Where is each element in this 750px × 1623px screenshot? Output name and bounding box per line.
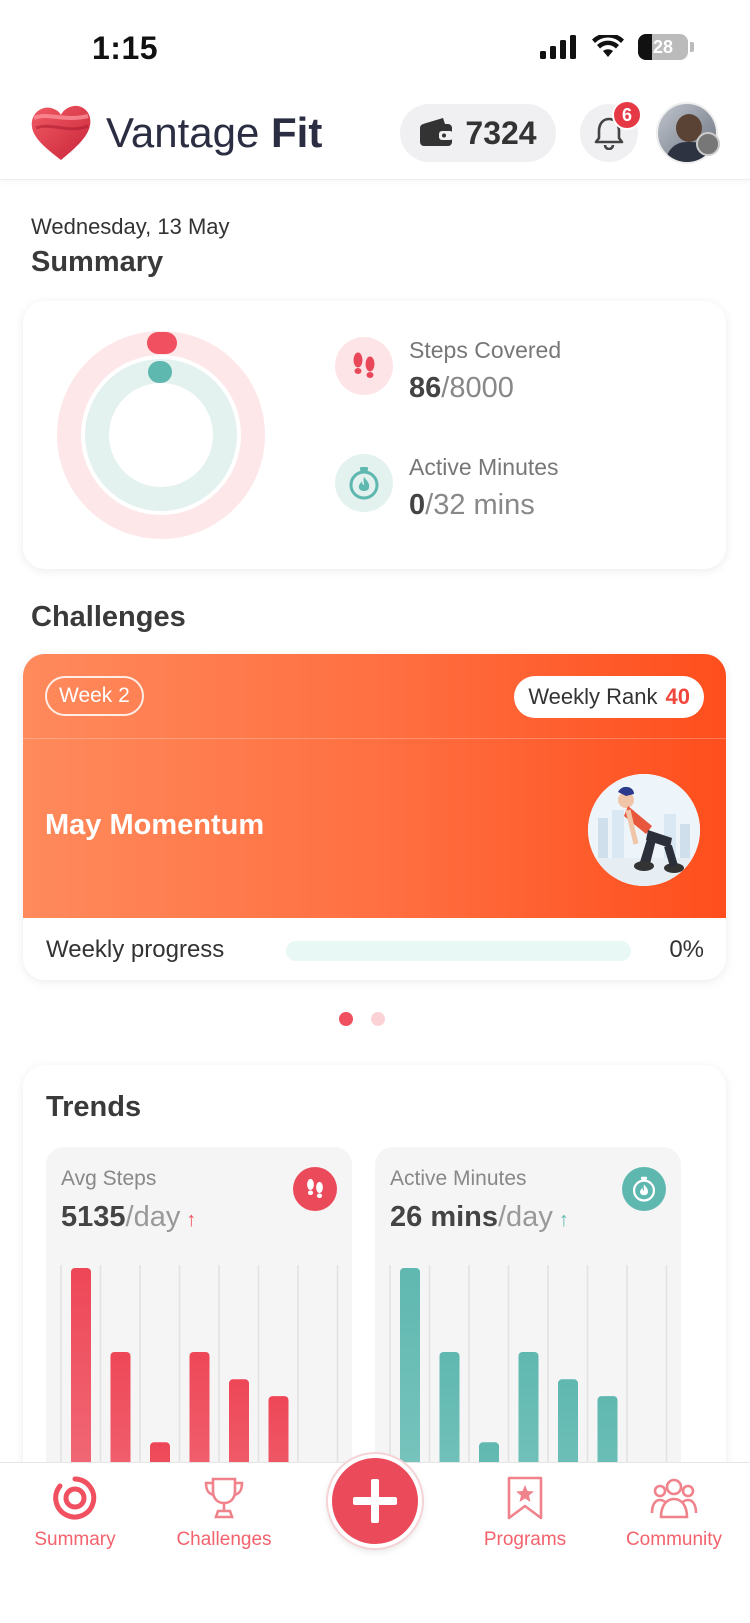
medal-icon (696, 132, 720, 156)
status-time: 1:15 (92, 30, 159, 66)
nav-programs[interactable]: Programs (455, 1475, 595, 1551)
nav-summary-label: Summary (34, 1529, 116, 1550)
coins-value: 7324 (465, 114, 537, 151)
nav-programs-label: Programs (483, 1529, 567, 1550)
activity-ring (57, 331, 265, 539)
challenge-banner: Week 2 Weekly Rank 40 May Momentum (23, 654, 726, 918)
app-name: Vantage Fit (106, 109, 323, 156)
steps-label: Steps Covered (409, 337, 562, 363)
active-minutes-trend-value: 26 mins/day ↑ (390, 1201, 569, 1233)
wallet-icon (420, 118, 454, 146)
battery-icon: 28 (638, 34, 688, 60)
trend-up-arrow-icon: ↑ (558, 1209, 569, 1231)
trends-title: Trends (46, 1091, 142, 1123)
carousel-pager (339, 1012, 385, 1026)
battery-level: 28 (652, 36, 674, 57)
week-pill: Week 2 (45, 676, 144, 716)
nav-community[interactable]: Community (604, 1475, 744, 1551)
trophy-icon (204, 1477, 244, 1519)
summary-ring-icon (53, 1476, 97, 1520)
summary-date: Wednesday, 13 May (31, 214, 230, 239)
challenge-card[interactable]: Week 2 Weekly Rank 40 May Momentum Weekl… (23, 654, 726, 980)
cellular-signal-icon (540, 35, 576, 59)
active-minutes-stat: Active Minutes 0/32 mins (335, 454, 559, 522)
app-logo: Vantage Fit (30, 104, 322, 162)
runner-illustration (588, 774, 700, 886)
wallet-coins-button[interactable]: 7324 (400, 104, 556, 162)
weekly-rank-value: 40 (665, 684, 690, 709)
bookmark-star-icon (507, 1476, 543, 1520)
weekly-rank-pill: Weekly Rank 40 (514, 676, 704, 718)
app-header: Vantage Fit 7324 6 (0, 96, 750, 180)
notification-badge: 6 (612, 100, 642, 130)
footsteps-icon (293, 1167, 337, 1211)
plus-icon (353, 1479, 397, 1523)
trend-up-arrow-icon: ↑ (186, 1209, 197, 1231)
status-icons: 28 (540, 34, 694, 60)
weekly-progress-label: Weekly progress (46, 936, 225, 963)
nav-challenges-label: Challenges (176, 1529, 272, 1550)
active-minutes-value: 0/32 mins (409, 489, 535, 521)
footsteps-icon (335, 337, 393, 395)
summary-title: Summary (31, 246, 164, 278)
weekly-progress-percent: 0% (669, 936, 704, 963)
avg-steps-label: Avg Steps (61, 1167, 157, 1190)
status-bar: 1:15 28 (0, 0, 750, 96)
steps-value: 86/8000 (409, 372, 514, 404)
stopwatch-flame-icon (622, 1167, 666, 1211)
steps-stat: Steps Covered 86/8000 (335, 337, 561, 405)
weekly-progress-row: Weekly progress 0% (23, 918, 726, 980)
active-minutes-trend-label: Active Minutes (390, 1167, 527, 1190)
avg-steps-value: 5135/day ↑ (61, 1201, 197, 1233)
challenge-name: May Momentum (45, 809, 265, 841)
weekly-rank-label: Weekly Rank (528, 684, 658, 709)
challenges-title: Challenges (31, 601, 186, 633)
active-minutes-label: Active Minutes (409, 454, 559, 480)
stopwatch-flame-icon (335, 454, 393, 512)
summary-card[interactable]: Steps Covered 86/8000 Active Minutes 0/3… (23, 301, 726, 569)
bottom-navigation: Summary Challenges Programs Community (0, 1454, 750, 1623)
add-activity-button[interactable] (328, 1454, 422, 1548)
wifi-icon (592, 35, 624, 57)
nav-summary[interactable]: Summary (5, 1475, 145, 1551)
nav-community-label: Community (625, 1529, 723, 1550)
community-people-icon (650, 1478, 698, 1519)
pager-dot-2[interactable] (371, 1012, 385, 1026)
weekly-progress-bar (286, 941, 631, 961)
heart-logo-icon (31, 105, 91, 160)
nav-challenges[interactable]: Challenges (154, 1475, 294, 1551)
pager-dot-1[interactable] (339, 1012, 353, 1026)
